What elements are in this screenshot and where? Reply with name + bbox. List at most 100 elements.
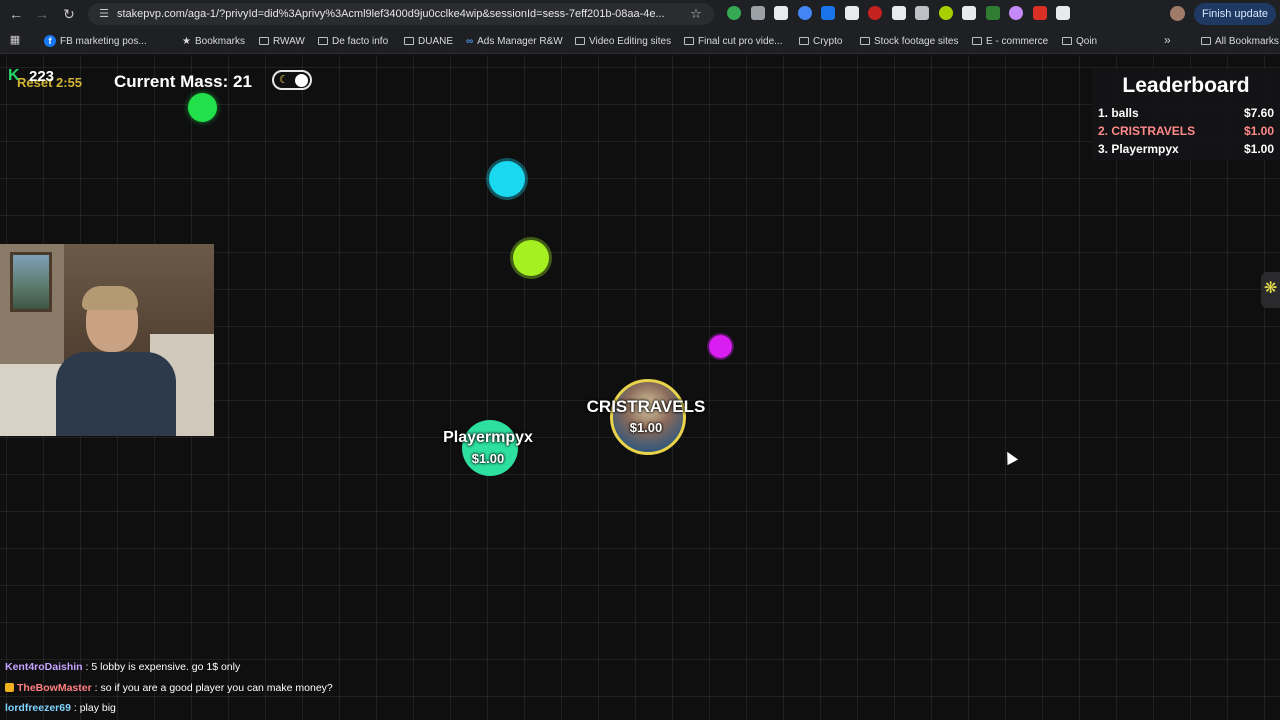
bookmark-star-icon[interactable]: ☆ [688, 6, 704, 22]
player-value-cristravels: $1.00 [629, 420, 663, 435]
folder-icon [860, 37, 870, 45]
score-value: 223 [29, 68, 55, 85]
bookmark-label: Crypto [813, 35, 843, 47]
extension-icon[interactable] [962, 6, 976, 20]
leaderboard-amount: $1.00 [1243, 124, 1274, 138]
leaderboard-row: 1. balls $7.60 [1098, 106, 1274, 122]
bookmark-label: E - commerce [986, 35, 1049, 47]
side-panel-tab[interactable]: ❋ [1261, 272, 1280, 308]
bookmark-item[interactable]: De facto info [318, 34, 388, 48]
extension-icon[interactable] [1032, 6, 1047, 20]
current-mass: Current Mass: 21 [114, 72, 252, 91]
leaderboard-title: Leaderboard [1122, 74, 1250, 97]
leaderboard-row: 2. CRISTRAVELS $1.00 [1098, 124, 1274, 140]
chat-message: lordfreezer69 : play big [5, 702, 116, 718]
chat-message: TheBowMaster : so if you are a good play… [5, 682, 333, 698]
folder-icon [575, 37, 585, 45]
toggle-knob [295, 74, 308, 87]
webcam-person-cap [82, 286, 138, 310]
extension-icon[interactable] [1009, 6, 1023, 20]
score-icon: K [8, 67, 20, 84]
bookmark-label: Stock footage sites [874, 35, 959, 47]
star-icon: ★ [182, 35, 191, 47]
leaderboard-amount: $1.00 [1243, 142, 1274, 156]
asterisk-icon: ❋ [1264, 280, 1278, 297]
bookmark-item[interactable]: Video Editing sites [575, 34, 671, 48]
moon-icon: ☾ [279, 74, 289, 86]
bookmark-label: Video Editing sites [589, 35, 672, 47]
screen: ← → ↻ ☰ stakepvp.com/aga-1/?privyId=did%… [0, 0, 1280, 720]
extension-icon[interactable] [750, 6, 765, 20]
bookmark-item[interactable]: f FB marketing pos... [44, 34, 147, 48]
extension-icon[interactable] [868, 6, 882, 20]
food-pellet [513, 240, 549, 276]
site-settings-icon[interactable]: ☰ [96, 6, 112, 22]
player-name-playermpyx: Playermpyx [443, 429, 533, 446]
player-name-cristravels: CRISTRAVELS [586, 397, 706, 416]
bookmark-item[interactable]: E - commerce [972, 34, 1048, 48]
bookmark-item[interactable]: ∞ Ads Manager R&W [466, 34, 563, 48]
bookmark-item[interactable]: Crypto [799, 34, 842, 48]
bookmark-item[interactable]: ★ Bookmarks [182, 34, 245, 48]
bookmark-label: RWAW [273, 35, 305, 47]
address-bar[interactable]: ☰ stakepvp.com/aga-1/?privyId=did%3Apriv… [88, 3, 714, 25]
folder-icon [1201, 37, 1211, 45]
bookmark-item[interactable]: RWAW [259, 34, 305, 48]
extension-icon[interactable] [727, 6, 741, 20]
chat-message: Kent4roDaishin : 5 lobby is expensive. g… [5, 661, 240, 677]
bookmark-item[interactable]: Stock footage sites [860, 34, 959, 48]
webcam-overlay [0, 244, 214, 436]
webcam-painting [10, 252, 52, 312]
chat-text: : so if you are a good player you can ma… [94, 682, 333, 694]
bookmarks-bar: f FB marketing pos... ★ Bookmarks RWAW De fac… [0, 28, 1280, 54]
chat-username: Kent4roDaishin [5, 661, 83, 673]
bookmark-label: FB marketing pos... [60, 35, 147, 47]
extension-icon[interactable] [774, 6, 788, 20]
folder-icon [404, 37, 414, 45]
back-icon[interactable]: ← [6, 4, 26, 24]
leaderboard-amount: $7.60 [1243, 106, 1274, 120]
chat-text: : play big [73, 702, 116, 714]
reload-icon[interactable]: ↻ [59, 4, 79, 24]
url-text[interactable]: stakepvp.com/aga-1/?privyId=did%3Aprivy%… [117, 7, 677, 21]
subscriber-badge-icon [5, 683, 14, 692]
folder-icon [972, 37, 982, 45]
finish-update-button[interactable]: Finish update [1194, 3, 1276, 25]
more-bookmarks-icon[interactable]: » [1164, 33, 1171, 47]
webcam-person-body [56, 352, 176, 436]
apps-grid-icon[interactable]: ▦ [9, 34, 21, 46]
folder-icon [1062, 37, 1072, 45]
bookmark-item[interactable]: Final cut pro vide... [684, 34, 782, 48]
extension-icon[interactable] [1056, 6, 1070, 20]
food-pellet [489, 161, 525, 197]
extension-icon[interactable] [797, 6, 812, 20]
browser-toolbar: ← → ↻ ☰ stakepvp.com/aga-1/?privyId=did%… [0, 0, 1280, 28]
bookmark-item[interactable]: DUANE [404, 34, 453, 48]
theme-toggle[interactable]: ☾ [272, 70, 312, 90]
chat-text: : 5 lobby is expensive. go 1$ only [85, 661, 241, 673]
extension-icon[interactable] [821, 6, 835, 20]
extension-icon[interactable] [915, 6, 929, 20]
bookmark-label: Bookmarks [194, 35, 245, 47]
meta-icon: ∞ [466, 35, 474, 47]
forward-icon[interactable]: → [32, 4, 52, 24]
food-pellet [188, 93, 217, 122]
leaderboard-name: 1. balls [1098, 106, 1139, 120]
food-pellet [709, 335, 732, 358]
chat-username: TheBowMaster [17, 682, 92, 694]
extension-icon[interactable] [891, 6, 906, 20]
bookmark-item[interactable]: Qoin [1062, 34, 1097, 48]
folder-icon [799, 37, 809, 45]
folder-icon [318, 37, 328, 45]
all-bookmarks-label: All Bookmarks [1215, 35, 1279, 47]
player-value-playermpyx: $1.00 [471, 451, 505, 466]
all-bookmarks[interactable]: All Bookmarks [1201, 34, 1279, 48]
chat-overlay: Kent4roDaishin : 5 lobby is expensive. g… [0, 660, 420, 720]
extension-icon[interactable] [938, 6, 953, 20]
leaderboard-name: 2. CRISTRAVELS [1098, 124, 1196, 138]
folder-icon [259, 37, 269, 45]
bookmark-label: Final cut pro vide... [698, 35, 783, 47]
profile-avatar[interactable] [1170, 6, 1185, 21]
extension-icon[interactable] [985, 6, 1000, 20]
extension-icon[interactable] [844, 6, 859, 20]
